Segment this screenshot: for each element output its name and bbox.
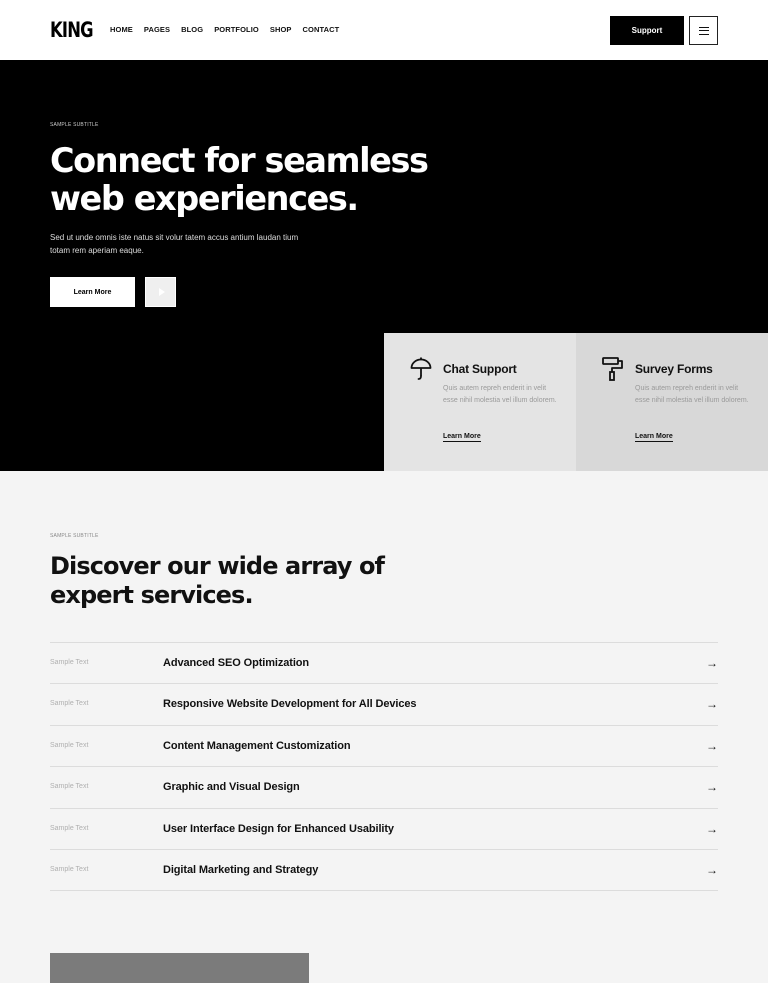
umbrella-icon <box>410 357 432 380</box>
hero-section: SAMPLE SUBTITLE Connect for seamless web… <box>0 60 768 471</box>
service-row[interactable]: Sample Text Digital Marketing and Strate… <box>50 850 718 892</box>
support-button[interactable]: Support <box>610 16 684 45</box>
service-label: Sample Text <box>50 783 89 791</box>
paint-roller-icon <box>602 357 623 381</box>
card-learn-more-link[interactable]: Learn More <box>443 433 481 442</box>
hero-description: Sed ut unde omnis iste natus sit volur t… <box>50 233 299 255</box>
site-header: KING HOME PAGES BLOG PORTFOLIO SHOP CONT… <box>0 0 768 60</box>
arrow-right-icon[interactable]: → <box>706 656 718 670</box>
arrow-right-icon[interactable]: → <box>706 822 718 836</box>
service-name[interactable]: User Interface Design for Enhanced Usabi… <box>163 823 394 835</box>
play-icon[interactable] <box>145 277 176 307</box>
card-text: Quis autem repreh enderit in velit esse … <box>635 385 749 404</box>
card-learn-more-link[interactable]: Learn More <box>635 433 673 442</box>
nav-contact[interactable]: CONTACT <box>303 25 340 34</box>
arrow-right-icon[interactable]: → <box>706 780 718 794</box>
image-placeholder <box>50 953 309 983</box>
main-nav: HOME PAGES BLOG PORTFOLIO SHOP CONTACT <box>110 25 339 34</box>
arrow-right-icon[interactable]: → <box>706 863 718 877</box>
site-logo[interactable]: KING <box>50 18 94 42</box>
nav-shop[interactable]: SHOP <box>270 25 292 34</box>
service-name[interactable]: Advanced SEO Optimization <box>163 657 309 669</box>
nav-home[interactable]: HOME <box>110 25 133 34</box>
service-label: Sample Text <box>50 824 89 832</box>
service-row[interactable]: Sample Text Content Management Customiza… <box>50 726 718 768</box>
services-title: Discover our wide array of expert servic… <box>50 552 385 609</box>
arrow-right-icon[interactable]: → <box>706 697 718 711</box>
service-row[interactable]: Sample Text Responsive Website Developme… <box>50 684 718 726</box>
hero-subtitle: SAMPLE SUBTITLE <box>50 122 99 128</box>
nav-blog[interactable]: BLOG <box>181 25 203 34</box>
arrow-right-icon[interactable]: → <box>706 739 718 753</box>
service-label: Sample Text <box>50 700 89 708</box>
service-name[interactable]: Graphic and Visual Design <box>163 781 300 793</box>
service-row[interactable]: Sample Text User Interface Design for En… <box>50 809 718 850</box>
chat-support-card: Chat Support Quis autem repreh enderit i… <box>384 333 576 471</box>
hamburger-menu-icon[interactable] <box>689 16 718 45</box>
service-row[interactable]: Sample Text Graphic and Visual Design → <box>50 767 718 809</box>
card-title: Survey Forms <box>635 362 713 376</box>
hero-title: Connect for seamless web experiences. <box>50 141 429 218</box>
service-label: Sample Text <box>50 865 89 873</box>
survey-forms-card: Survey Forms Quis autem repreh enderit i… <box>576 333 768 471</box>
service-row[interactable]: Sample Text Advanced SEO Optimization → <box>50 643 718 685</box>
service-name[interactable]: Digital Marketing and Strategy <box>163 864 318 876</box>
nav-pages[interactable]: PAGES <box>144 25 170 34</box>
learn-more-button[interactable]: Learn More <box>50 277 135 307</box>
card-text: Quis autem repreh enderit in velit esse … <box>443 385 557 404</box>
nav-portfolio[interactable]: PORTFOLIO <box>214 25 259 34</box>
service-name[interactable]: Content Management Customization <box>163 740 351 752</box>
service-name[interactable]: Responsive Website Development for All D… <box>163 698 416 710</box>
services-list: Sample Text Advanced SEO Optimization → … <box>50 642 718 892</box>
service-label: Sample Text <box>50 659 89 666</box>
service-label: Sample Text <box>50 741 89 749</box>
services-subtitle: SAMPLE SUBTITLE <box>50 533 99 539</box>
card-title: Chat Support <box>443 362 517 376</box>
